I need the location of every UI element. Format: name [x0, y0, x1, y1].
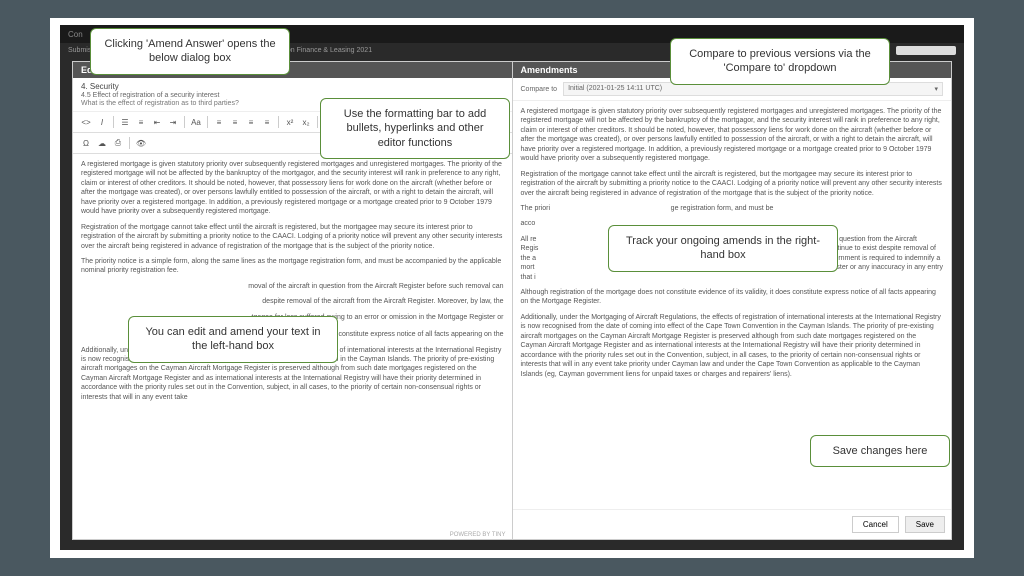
subscript-icon[interactable]: x₂	[299, 115, 313, 129]
button-row: Cancel Save	[513, 509, 952, 539]
outdent-icon[interactable]: ⇤	[150, 115, 164, 129]
italic-icon[interactable]: I	[95, 115, 109, 129]
section-number: 4. Security	[81, 82, 504, 91]
para: A registered mortgage is given statutory…	[81, 160, 504, 217]
powered-by: POWERED BY TINY	[73, 531, 512, 539]
callout-amend: Clicking 'Amend Answer' opens the below …	[90, 28, 290, 75]
para: Registration of the mortgage cannot take…	[521, 170, 944, 198]
amendments-pane: Amendments Compare to Initial (2021-01-2…	[513, 62, 952, 539]
compare-value: Initial (2021-01-25 14:11 UTC)	[568, 85, 662, 93]
cloud-icon[interactable]: ☁	[95, 136, 109, 150]
callout-track: Track your ongoing amends in the right-h…	[608, 225, 838, 272]
chevron-down-icon: ▾	[934, 85, 938, 93]
para-frag: moval of the aircraft in question from t…	[81, 282, 504, 291]
app-title: Con	[68, 30, 83, 39]
para: A registered mortgage is given statutory…	[521, 107, 944, 164]
font-icon[interactable]: Aa	[189, 115, 203, 129]
numbered-list-icon[interactable]: ≡	[134, 115, 148, 129]
bullet-list-icon[interactable]: ☰	[118, 115, 132, 129]
align-right-icon[interactable]: ≡	[244, 115, 258, 129]
special-char-icon[interactable]: Ω	[79, 136, 93, 150]
app-window: Con Submissions › ETS › Finance & Leasin…	[60, 25, 964, 550]
callout-save: Save changes here	[810, 435, 950, 467]
para-frag: despite removal of the aircraft from the…	[81, 297, 504, 306]
preview-icon[interactable]: 👁	[134, 136, 148, 150]
callout-toolbar: Use the formatting bar to add bullets, h…	[320, 98, 510, 159]
para: Registration of the mortgage cannot take…	[81, 223, 504, 251]
para: Although registration of the mortgage do…	[521, 288, 944, 307]
para-frag: The priori ge registration form, and mus…	[521, 204, 944, 213]
code-icon[interactable]: <>	[79, 115, 93, 129]
superscript-icon[interactable]: x²	[283, 115, 297, 129]
search-input[interactable]	[896, 46, 956, 55]
callout-compare: Compare to previous versions via the 'Co…	[670, 38, 890, 85]
callout-edit: You can edit and amend your text in the …	[128, 316, 338, 363]
compare-label: Compare to	[521, 86, 558, 93]
para: The priority notice is a simple form, al…	[81, 257, 504, 276]
align-justify-icon[interactable]: ≡	[260, 115, 274, 129]
indent-icon[interactable]: ⇥	[166, 115, 180, 129]
print-icon[interactable]: ⎙	[111, 136, 125, 150]
save-button[interactable]: Save	[905, 516, 945, 533]
align-left-icon[interactable]: ≡	[212, 115, 226, 129]
para: Additionally, under the Mortgaging of Ai…	[521, 313, 944, 379]
amend-dialog: Editor 4. Security 4.5 Effect of registr…	[72, 61, 952, 540]
align-center-icon[interactable]: ≡	[228, 115, 242, 129]
cancel-button[interactable]: Cancel	[852, 516, 899, 533]
